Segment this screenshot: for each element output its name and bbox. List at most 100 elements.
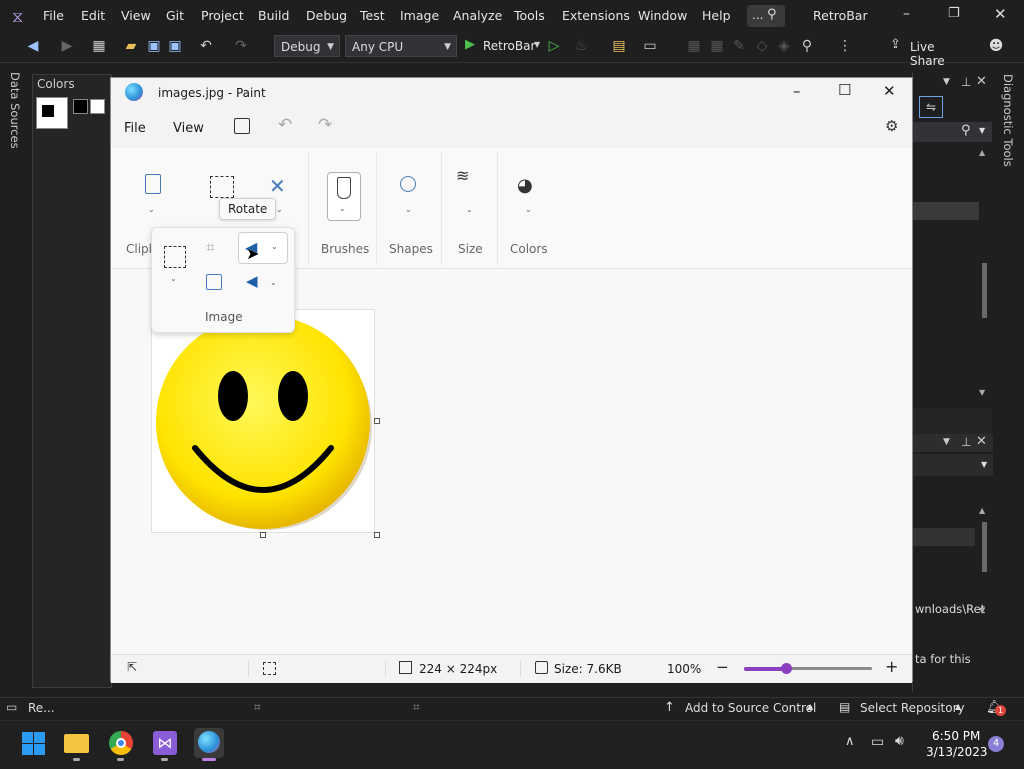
scroll-thumb[interactable] <box>982 263 987 318</box>
zoom-slider[interactable] <box>744 663 872 674</box>
menu-debug[interactable]: Debug <box>306 8 347 23</box>
zoom-slider-thumb[interactable] <box>781 663 793 674</box>
clipboard-icon[interactable] <box>145 174 161 194</box>
live-share-button[interactable]: ⇪ Live Share <box>890 37 970 68</box>
minimize-icon[interactable]: – <box>793 82 801 100</box>
undo-icon[interactable]: ↶ <box>278 115 292 135</box>
dropdown-icon[interactable]: ▼ <box>943 437 950 447</box>
forward-icon[interactable]: ▶ <box>58 37 76 55</box>
solution-explorer-icon[interactable]: ▤ <box>610 37 628 55</box>
save-icon[interactable] <box>234 118 250 134</box>
palette-icon[interactable]: ◕ <box>517 175 533 196</box>
show-hidden-icons-icon[interactable]: ∧ <box>845 734 855 749</box>
volume-icon[interactable]: 🔊︎ <box>895 733 904 749</box>
chevron-down-icon[interactable]: ⌄ <box>276 205 283 214</box>
minimize-icon[interactable]: – <box>903 6 910 22</box>
chevron-down-icon[interactable]: ⌄ <box>525 205 532 214</box>
selected-row[interactable] <box>913 202 979 220</box>
close-icon[interactable]: ✕ <box>976 434 987 449</box>
tool-icon-b[interactable]: ▦ <box>708 37 726 55</box>
list-row[interactable] <box>913 528 975 546</box>
layout-icon[interactable]: ▭ <box>641 37 659 55</box>
size-icon[interactable]: ≋ <box>456 168 469 184</box>
tool-icon-a[interactable]: ▦ <box>685 37 703 55</box>
start-button[interactable] <box>20 728 50 758</box>
pin-icon[interactable]: ⊥ <box>961 75 971 89</box>
fill-icon[interactable]: ◈ <box>775 37 793 55</box>
image-canvas[interactable] <box>151 309 375 533</box>
vs-search-box[interactable]: ... ⚲ <box>747 5 785 27</box>
select-icon[interactable] <box>164 246 186 268</box>
back-icon[interactable]: ◀ <box>24 37 42 55</box>
close-icon[interactable]: ✕ <box>883 82 896 100</box>
menu-git[interactable]: Git <box>166 8 184 23</box>
shapes-icon[interactable] <box>400 176 416 192</box>
chevron-down-icon[interactable]: ⌄ <box>170 274 177 283</box>
menu-window[interactable]: Window <box>638 8 687 23</box>
select-repository-button[interactable]: ▤ Select Repository ▲ <box>839 698 969 720</box>
paint-taskbar-app[interactable] <box>194 728 224 761</box>
resize-handle-bottom[interactable] <box>260 532 266 538</box>
flip-icon[interactable]: ◀ <box>246 272 258 290</box>
toolbar-overflow-icon[interactable]: ⋮ <box>836 37 854 55</box>
white-swatch[interactable] <box>90 99 105 114</box>
undo-icon[interactable]: ↶ <box>197 37 215 55</box>
menu-edit[interactable]: Edit <box>81 8 105 23</box>
file-explorer-app[interactable] <box>62 728 92 761</box>
chevron-down-icon[interactable]: ⌄ <box>466 205 473 214</box>
menu-project[interactable]: Project <box>201 8 244 23</box>
close-icon[interactable]: ✕ <box>994 5 1007 23</box>
dropdown-icon[interactable]: ▼ <box>943 77 950 87</box>
maximize-icon[interactable]: ☐ <box>838 81 851 99</box>
close-icon[interactable]: ✕ <box>976 74 987 89</box>
open-folder-icon[interactable]: ▰ <box>122 37 140 55</box>
menu-help[interactable]: Help <box>702 8 731 23</box>
resize-handle-corner[interactable] <box>374 532 380 538</box>
chrome-app[interactable] <box>106 728 136 761</box>
redo-icon[interactable]: ↷ <box>232 37 250 55</box>
menu-view[interactable]: View <box>121 8 151 23</box>
eraser-icon[interactable]: ◇ <box>753 37 771 55</box>
panel-bottom-toolbar[interactable]: ▼ <box>913 454 993 476</box>
paint-menu-view[interactable]: View <box>173 121 204 136</box>
chevron-down-icon[interactable]: ⌄ <box>405 205 412 214</box>
tools-icon[interactable]: ✕ <box>269 174 286 198</box>
start-without-debug-icon[interactable]: ▷ <box>545 37 563 55</box>
redo-icon[interactable]: ↷ <box>318 115 332 135</box>
scrollbar[interactable]: ▲ ▼ <box>979 506 989 618</box>
menu-build[interactable]: Build <box>258 8 289 23</box>
network-icon[interactable]: ▭ <box>871 734 884 750</box>
platform-select[interactable]: Any CPU ▼ <box>345 35 457 57</box>
chevron-down-icon[interactable]: ⌄ <box>148 205 155 214</box>
scroll-thumb[interactable] <box>982 522 987 572</box>
save-icon[interactable]: ▣ <box>145 37 163 55</box>
account-settings-icon[interactable]: ⚙ <box>885 117 898 135</box>
zoom-icon[interactable]: ⚲ <box>798 37 816 55</box>
pen-icon[interactable]: ✎ <box>730 37 748 55</box>
zoom-in-icon[interactable]: + <box>885 657 898 676</box>
configuration-select[interactable]: Debug ▼ <box>274 35 340 57</box>
hot-reload-icon[interactable]: ♨ <box>572 37 590 55</box>
data-sources-tab[interactable]: Data Sources <box>8 72 22 149</box>
resize-handle-right[interactable] <box>374 418 380 424</box>
visual-studio-app[interactable]: ⋈ <box>150 728 180 761</box>
menu-analyze[interactable]: Analyze <box>453 8 502 23</box>
paint-menu-file[interactable]: File <box>124 121 146 136</box>
new-project-icon[interactable]: ▦ <box>90 37 108 55</box>
zoom-out-icon[interactable]: − <box>716 658 729 676</box>
menu-tools[interactable]: Tools <box>514 8 545 23</box>
save-all-icon[interactable]: ▣ <box>166 37 184 55</box>
scrollbar[interactable]: ▲ ▼ <box>979 148 989 404</box>
menu-file[interactable]: File <box>43 8 64 23</box>
resize-icon[interactable] <box>206 274 222 290</box>
panel-search-bar[interactable]: ⚲ ▼ <box>913 122 993 142</box>
foreground-color-swatch[interactable] <box>42 105 54 117</box>
pin-icon[interactable]: ⊥ <box>961 435 971 449</box>
menu-extensions[interactable]: Extensions <box>562 8 630 23</box>
notification-center-badge[interactable]: 4 <box>988 736 1004 752</box>
menu-image[interactable]: Image <box>400 8 439 23</box>
diagnostic-tools-tab[interactable]: Diagnostic Tools <box>1001 74 1015 167</box>
clock-time[interactable]: 6:50 PM <box>932 729 980 743</box>
crop-icon[interactable]: ⌗ <box>206 238 214 256</box>
black-swatch[interactable] <box>73 99 88 114</box>
